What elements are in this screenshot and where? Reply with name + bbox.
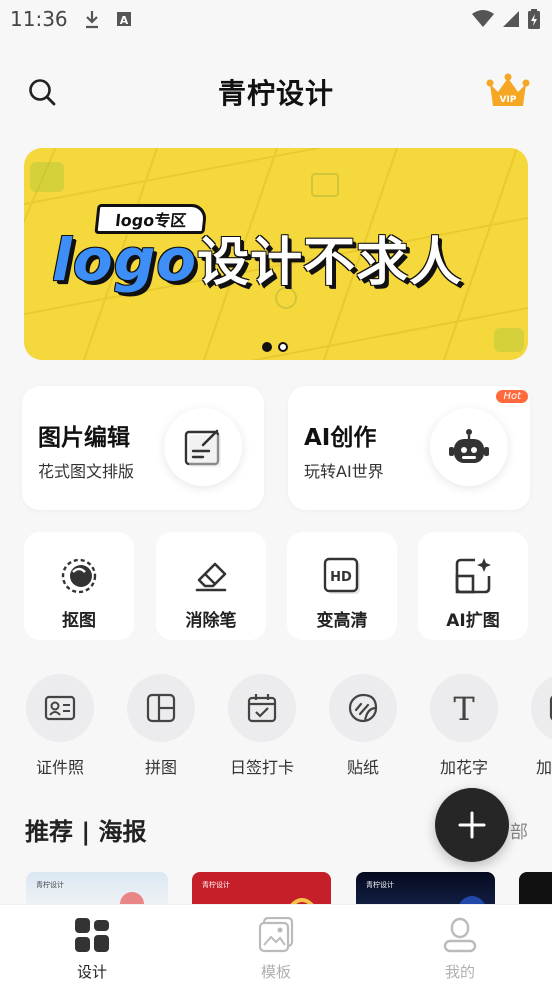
cutout-icon bbox=[61, 558, 97, 594]
download-icon bbox=[85, 11, 98, 29]
hd-icon: HD bbox=[323, 557, 360, 594]
section-title: 推荐 | 海报 bbox=[25, 818, 147, 846]
banner-headline-logo: logo bbox=[52, 226, 198, 294]
status-time: 11:36 bbox=[10, 7, 68, 31]
app-header: 青柠设计 VIP bbox=[0, 62, 552, 122]
svg-text:VIP: VIP bbox=[500, 95, 517, 105]
nav-tab-design[interactable]: 设计 bbox=[0, 905, 184, 983]
quick-action-label: 加花字 bbox=[439, 758, 488, 777]
quick-action-add-text[interactable]: T 加花字 bbox=[419, 674, 509, 778]
quick-action-sticker[interactable]: 贴纸 bbox=[318, 674, 408, 778]
tool-label: 变高清 bbox=[316, 611, 368, 631]
status-bar: 11:36 A bbox=[0, 0, 552, 38]
quick-action-label: 日签打卡 bbox=[229, 758, 294, 777]
pagination-dot-1[interactable] bbox=[262, 342, 272, 352]
search-icon[interactable] bbox=[26, 76, 58, 108]
quick-action-label: 拼图 bbox=[144, 758, 177, 777]
quick-action-daily-checkin[interactable]: 日签打卡 bbox=[217, 674, 307, 778]
robot-icon bbox=[430, 408, 508, 486]
pagination-dot-2[interactable] bbox=[278, 342, 288, 352]
tool-hd[interactable]: HD 变高清 bbox=[287, 532, 397, 640]
svg-text:HD: HD bbox=[330, 570, 352, 585]
sticker-icon bbox=[348, 693, 378, 723]
profile-icon bbox=[443, 917, 477, 953]
svg-text:T: T bbox=[453, 692, 475, 724]
tool-label: 抠图 bbox=[62, 611, 96, 631]
section-more-link[interactable]: 部 bbox=[510, 818, 528, 844]
svg-text:A: A bbox=[119, 14, 128, 27]
nav-tab-profile[interactable]: 我的 bbox=[368, 905, 552, 983]
calendar-check-icon bbox=[247, 694, 277, 723]
quick-action-collage[interactable]: 拼图 bbox=[116, 674, 206, 778]
id-card-icon bbox=[44, 695, 76, 721]
wifi-icon bbox=[472, 10, 494, 27]
design-grid-icon bbox=[75, 918, 109, 952]
tool-label: AI扩图 bbox=[446, 611, 500, 631]
banner-pagination bbox=[262, 342, 288, 352]
image-edit-icon bbox=[164, 408, 242, 486]
poster-brand: 青柠设计 bbox=[36, 881, 64, 889]
nav-label: 我的 bbox=[444, 963, 475, 981]
feature-title: AI创作 bbox=[304, 425, 377, 451]
ai-expand-icon bbox=[455, 558, 491, 594]
banner-headline: logo设计不求人 bbox=[52, 220, 462, 295]
add-fab-button[interactable] bbox=[435, 788, 509, 862]
nav-tab-template[interactable]: 模板 bbox=[184, 905, 368, 983]
tool-ai-expand[interactable]: AI扩图 bbox=[418, 532, 528, 640]
feature-subtitle: 花式图文排版 bbox=[38, 462, 135, 481]
poster-brand: 青柠设计 bbox=[366, 881, 394, 889]
plus-icon bbox=[458, 811, 486, 839]
feature-card-ai-create[interactable]: AI创作 玩转AI世界 Hot bbox=[288, 386, 530, 510]
banner-headline-rest: 设计不求人 bbox=[197, 233, 463, 293]
text-icon: T bbox=[453, 692, 475, 724]
bottom-nav: 设计 模板 我的 bbox=[0, 904, 552, 983]
quick-action-id-photo[interactable]: 证件照 bbox=[15, 674, 105, 778]
page-title: 青柠设计 bbox=[217, 77, 334, 110]
tool-cutout[interactable]: 抠图 bbox=[24, 532, 134, 640]
vip-crown-icon[interactable]: VIP bbox=[486, 72, 530, 112]
template-icon bbox=[258, 917, 294, 953]
eraser-icon bbox=[195, 562, 227, 592]
promo-banner[interactable]: logo专区 logo设计不求人 bbox=[24, 148, 528, 360]
quick-action-label: 加 bbox=[536, 758, 552, 777]
quick-action-label: 贴纸 bbox=[346, 758, 379, 777]
feature-card-image-edit[interactable]: 图片编辑 花式图文排版 bbox=[22, 386, 264, 510]
signal-icon bbox=[503, 11, 519, 27]
nav-label: 模板 bbox=[260, 963, 291, 981]
hot-badge: Hot bbox=[496, 390, 528, 403]
tool-eraser[interactable]: 消除笔 bbox=[156, 532, 266, 640]
poster-brand: 青柠设计 bbox=[202, 881, 230, 889]
feature-subtitle: 玩转AI世界 bbox=[304, 462, 384, 481]
quick-action-more[interactable]: 加 bbox=[520, 674, 552, 778]
collage-icon bbox=[146, 693, 176, 723]
battery-icon bbox=[528, 9, 540, 29]
quick-action-label: 证件照 bbox=[35, 758, 84, 777]
tool-label: 消除笔 bbox=[185, 611, 237, 631]
font-app-icon: A bbox=[116, 12, 131, 27]
nav-label: 设计 bbox=[76, 963, 107, 981]
feature-title: 图片编辑 bbox=[38, 425, 130, 451]
